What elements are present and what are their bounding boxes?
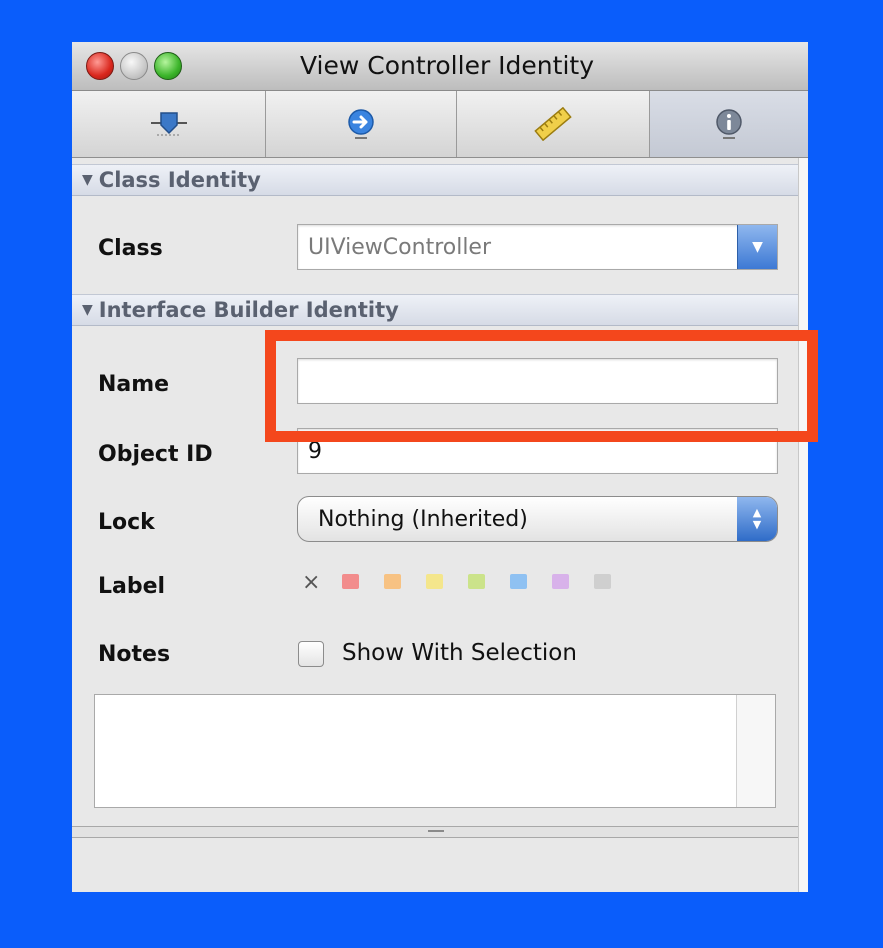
- lock-label: Lock: [98, 510, 155, 535]
- class-label: Class: [98, 236, 163, 261]
- tab-connections[interactable]: [266, 91, 457, 157]
- object-id-label: Object ID: [98, 442, 213, 467]
- connections-icon: [344, 107, 378, 141]
- identity-info-icon: [712, 107, 746, 141]
- tab-attributes[interactable]: [72, 91, 266, 157]
- tab-size[interactable]: [457, 91, 650, 157]
- vertical-scrollbar[interactable]: [798, 158, 808, 892]
- class-identity-header[interactable]: ▼ Class Identity: [72, 164, 798, 196]
- label-swatch-blue[interactable]: [510, 574, 527, 589]
- notes-scrollbar[interactable]: [736, 695, 775, 807]
- section-title: Class Identity: [98, 168, 261, 192]
- split-handle[interactable]: [72, 826, 798, 838]
- label-swatch-red[interactable]: [342, 574, 359, 589]
- zoom-button[interactable]: [154, 52, 182, 80]
- label-swatch-gray[interactable]: [594, 574, 611, 589]
- label-swatch-orange[interactable]: [384, 574, 401, 589]
- show-with-selection-checkbox[interactable]: [298, 641, 324, 667]
- show-with-selection-label[interactable]: Show With Selection: [342, 640, 577, 666]
- close-button[interactable]: [86, 52, 114, 80]
- class-dropdown-button[interactable]: ▼: [737, 225, 777, 269]
- class-combo-box[interactable]: UIViewController ▼: [297, 224, 778, 270]
- title-bar[interactable]: View Controller Identity: [72, 42, 808, 91]
- lock-value: Nothing (Inherited): [318, 506, 528, 532]
- minimize-button[interactable]: [120, 52, 148, 80]
- label-swatch-yellow[interactable]: [426, 574, 443, 589]
- window-title: View Controller Identity: [299, 51, 594, 80]
- disclosure-triangle-icon[interactable]: ▼: [82, 172, 93, 188]
- tab-identity[interactable]: [650, 91, 808, 157]
- disclosure-triangle-icon[interactable]: ▼: [82, 302, 93, 318]
- object-id-value: 9: [308, 438, 322, 464]
- attributes-icon: [149, 109, 189, 139]
- lock-popup[interactable]: Nothing (Inherited) ▲ ▼: [297, 496, 778, 542]
- label-swatch-green[interactable]: [468, 574, 485, 589]
- section-title: Interface Builder Identity: [98, 298, 399, 322]
- class-value: UIViewController: [308, 234, 492, 260]
- notes-label: Notes: [98, 642, 171, 667]
- ib-identity-header[interactable]: ▼ Interface Builder Identity: [72, 294, 798, 326]
- updown-arrows-icon: ▲ ▼: [737, 497, 777, 541]
- grip-icon: [428, 830, 444, 832]
- name-label: Name: [98, 372, 170, 397]
- label-label: Label: [98, 574, 166, 599]
- inspector-toolbar: [72, 91, 808, 158]
- notes-text-area[interactable]: [94, 694, 776, 808]
- label-swatch-purple[interactable]: [552, 574, 569, 589]
- label-clear-button[interactable]: ×: [302, 570, 320, 595]
- size-ruler-icon: [533, 107, 573, 141]
- chevron-down-icon: ▼: [752, 239, 763, 255]
- annotation-highlight-box: [265, 330, 818, 442]
